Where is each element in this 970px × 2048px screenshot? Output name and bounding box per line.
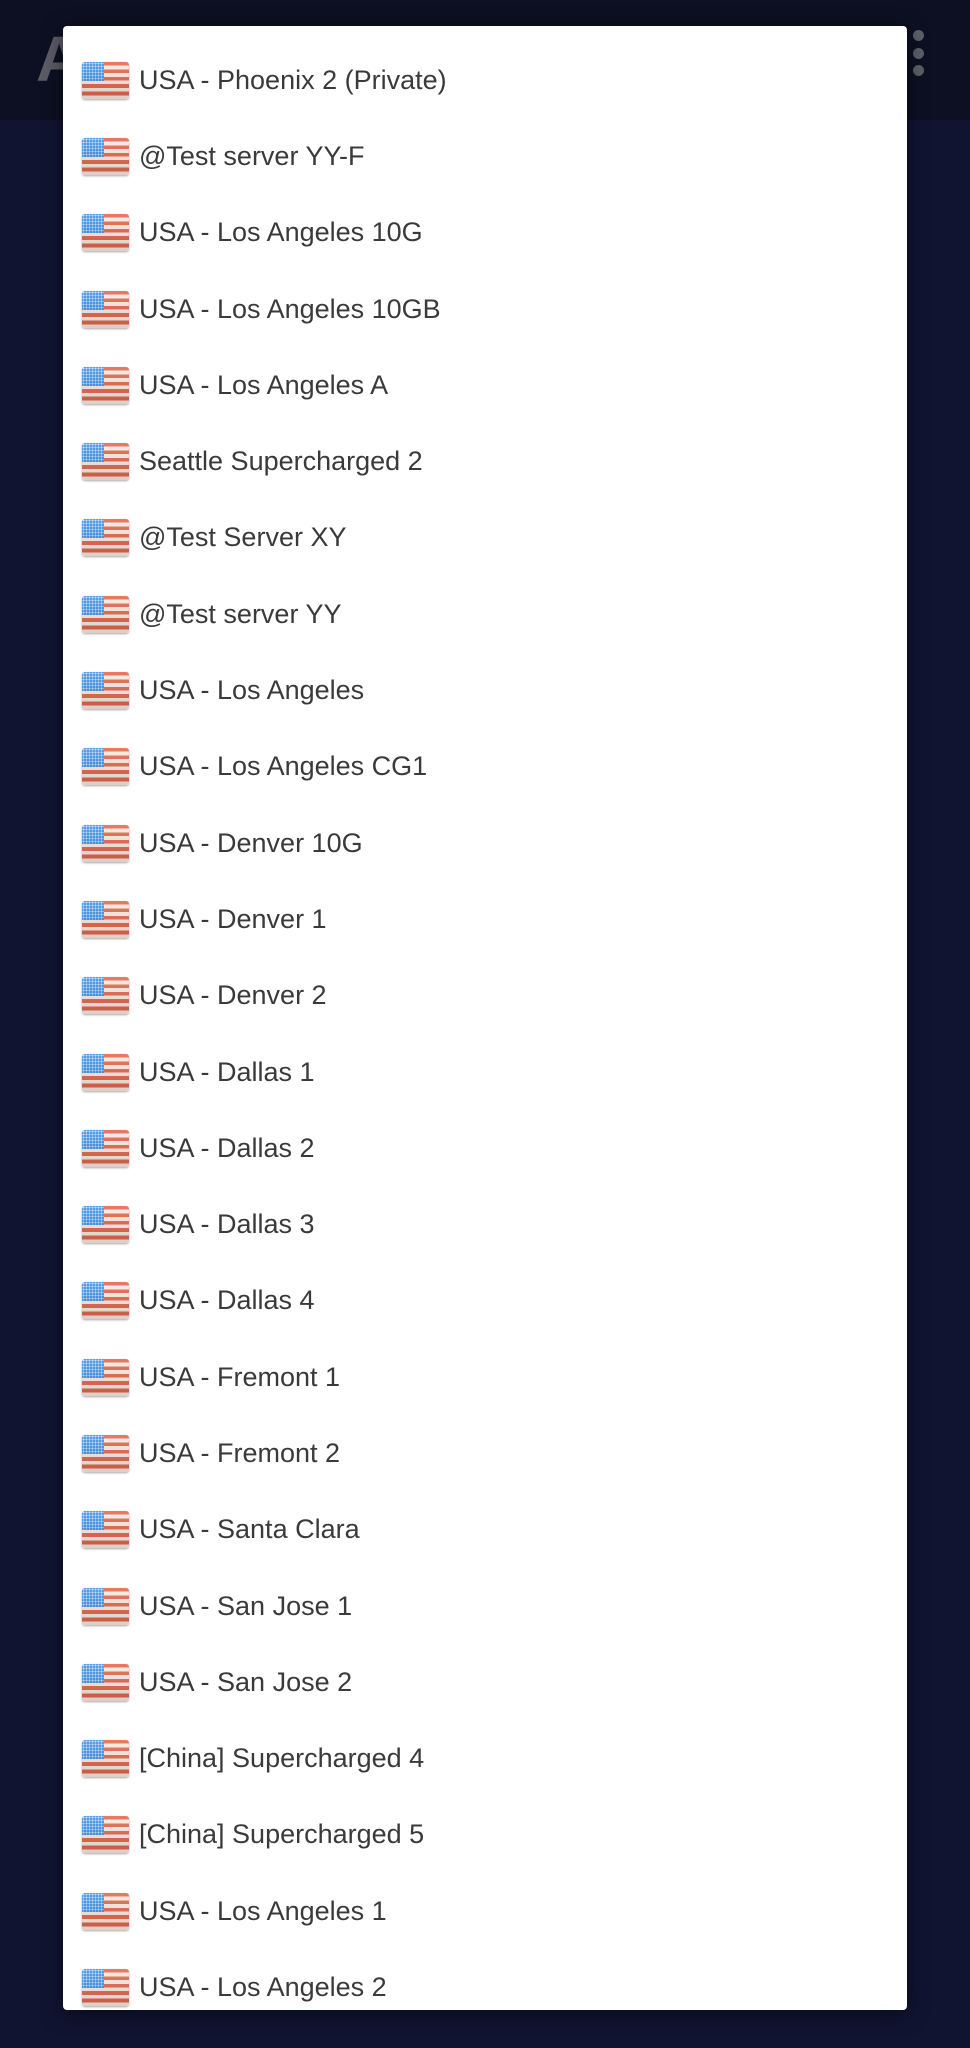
server-name: USA - Denver 2 xyxy=(139,980,327,1011)
us-flag-icon xyxy=(82,672,129,710)
us-flag-icon xyxy=(82,1969,129,2007)
server-list-item[interactable]: @Test Server XY xyxy=(63,500,907,576)
server-list-item[interactable]: USA - Denver 1 xyxy=(63,881,907,957)
server-list-item[interactable]: USA - Fremont 1 xyxy=(63,1339,907,1415)
us-flag-icon xyxy=(82,1358,129,1396)
server-list-item[interactable]: @Test server YY xyxy=(63,576,907,652)
us-flag-icon xyxy=(82,1129,129,1167)
server-list-item[interactable]: USA - Los Angeles CG1 xyxy=(63,729,907,805)
server-list-item[interactable]: USA - Los Angeles 1 xyxy=(63,1873,907,1949)
us-flag-icon xyxy=(82,595,129,633)
us-flag-icon xyxy=(82,61,129,99)
us-flag-icon xyxy=(82,443,129,481)
server-name: [China] Supercharged 4 xyxy=(139,1743,425,1774)
us-flag-icon xyxy=(82,1663,129,1701)
server-name: USA - Los Angeles 10GB xyxy=(139,293,441,324)
us-flag-icon xyxy=(82,1206,129,1244)
server-name: [China] Supercharged 5 xyxy=(139,1819,425,1850)
us-flag-icon xyxy=(82,1434,129,1472)
server-list-item[interactable]: USA - San Jose 1 xyxy=(63,1568,907,1644)
server-name: USA - Los Angeles CG1 xyxy=(139,751,428,782)
server-name: USA - Los Angeles 2 xyxy=(139,1972,387,2003)
us-flag-icon xyxy=(82,1587,129,1625)
server-list-item[interactable]: USA - Phoenix 2 (Private) xyxy=(63,42,907,118)
server-list-item[interactable]: [China] Supercharged 5 xyxy=(63,1797,907,1873)
server-name: USA - Dallas 4 xyxy=(139,1285,315,1316)
us-flag-icon xyxy=(82,1892,129,1930)
server-list-item[interactable]: USA - Dallas 1 xyxy=(63,1034,907,1110)
server-list[interactable]: USA - Phoenix 2 (Private) @Test server YY… xyxy=(63,42,907,2010)
server-list-item[interactable]: USA - Santa Clara xyxy=(63,1492,907,1568)
server-list-item[interactable]: USA - Dallas 2 xyxy=(63,1110,907,1186)
us-flag-icon xyxy=(82,900,129,938)
us-flag-icon xyxy=(82,1740,129,1778)
server-name: USA - Los Angeles A xyxy=(139,369,389,400)
server-name: USA - Fremont 2 xyxy=(139,1437,341,1468)
us-flag-icon xyxy=(82,366,129,404)
us-flag-icon xyxy=(82,1511,129,1549)
server-list-item[interactable]: USA - Los Angeles 2 xyxy=(63,1949,907,2010)
server-name: USA - Denver 1 xyxy=(139,903,327,934)
server-name: USA - San Jose 1 xyxy=(139,1590,353,1621)
us-flag-icon xyxy=(82,748,129,786)
us-flag-icon xyxy=(82,214,129,252)
server-name: USA - Los Angeles xyxy=(139,675,365,706)
server-name: USA - Fremont 1 xyxy=(139,1361,341,1392)
us-flag-icon xyxy=(82,1816,129,1854)
server-list-item[interactable]: USA - Los Angeles xyxy=(63,652,907,728)
server-name: @Test server YY-F xyxy=(139,140,365,171)
server-list-item[interactable]: USA - Los Angeles 10G xyxy=(63,195,907,271)
server-name: USA - Santa Clara xyxy=(139,1514,360,1545)
us-flag-icon xyxy=(82,977,129,1015)
server-list-item[interactable]: USA - San Jose 2 xyxy=(63,1644,907,1720)
server-list-item[interactable]: [China] Supercharged 4 xyxy=(63,1721,907,1797)
server-list-item[interactable]: USA - Los Angeles 10GB xyxy=(63,271,907,347)
server-select-dialog: USA - Phoenix 2 (Private) @Test server YY… xyxy=(63,26,907,2010)
us-flag-icon xyxy=(82,519,129,557)
server-name: USA - Dallas 3 xyxy=(139,1209,315,1240)
us-flag-icon xyxy=(82,137,129,175)
server-list-item[interactable]: @Test server YY-F xyxy=(63,118,907,194)
server-name: USA - Phoenix 2 (Private) xyxy=(139,64,447,95)
server-name: @Test Server XY xyxy=(139,522,347,553)
server-list-item[interactable]: USA - Dallas 4 xyxy=(63,1263,907,1339)
us-flag-icon xyxy=(82,824,129,862)
server-name: USA - Dallas 1 xyxy=(139,1056,315,1087)
server-list-item[interactable]: USA - Fremont 2 xyxy=(63,1415,907,1491)
server-name: Seattle Supercharged 2 xyxy=(139,446,423,477)
server-name: USA - Los Angeles 10G xyxy=(139,217,423,248)
server-list-item[interactable]: Seattle Supercharged 2 xyxy=(63,423,907,499)
server-name: USA - San Jose 2 xyxy=(139,1666,353,1697)
server-list-item[interactable]: USA - Dallas 3 xyxy=(63,1186,907,1262)
server-name: USA - Denver 10G xyxy=(139,827,363,858)
us-flag-icon xyxy=(82,1053,129,1091)
server-list-item[interactable]: USA - Denver 2 xyxy=(63,958,907,1034)
server-name: @Test server YY xyxy=(139,598,342,629)
server-list-item[interactable]: USA - Los Angeles A xyxy=(63,347,907,423)
server-name: USA - Dallas 2 xyxy=(139,1132,315,1163)
us-flag-icon xyxy=(82,1282,129,1320)
server-list-item[interactable]: USA - Denver 10G xyxy=(63,805,907,881)
us-flag-icon xyxy=(82,290,129,328)
server-name: USA - Los Angeles 1 xyxy=(139,1895,387,1926)
